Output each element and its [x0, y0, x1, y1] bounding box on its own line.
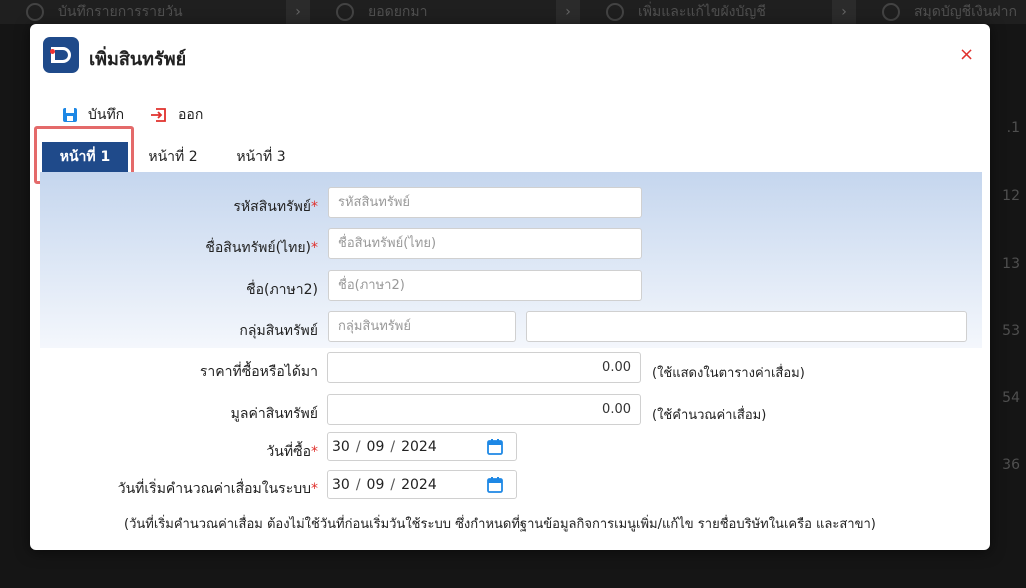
purchase-date-input[interactable]: 30 / 09 / 2024	[327, 432, 517, 461]
exit-arrow-icon	[151, 108, 166, 122]
bg-number: 54	[1002, 390, 1020, 406]
bg-menu-icon	[882, 3, 900, 21]
bg-menu-icon	[336, 3, 354, 21]
calendar-icon[interactable]	[486, 438, 504, 456]
bg-number: 13	[1002, 256, 1020, 272]
close-icon[interactable]: ×	[959, 46, 974, 64]
asset-code-input[interactable]	[328, 187, 642, 218]
asset-group-name-input[interactable]	[526, 311, 967, 342]
asset-name-thai-label: ชื่อสินทรัพย์(ไทย)*	[205, 240, 318, 256]
bg-number: .1	[1006, 120, 1020, 136]
name-lang2-input[interactable]	[328, 270, 642, 301]
asset-code-label: รหัสสินทรัพย์*	[233, 199, 318, 215]
background-menu-bar: บันทึกรายการรายวัน › ยอดยกมา › เพิ่มและแ…	[0, 0, 1026, 24]
exit-button[interactable]: ออก	[150, 104, 203, 126]
tab-page-3[interactable]: หน้าที่ 3	[230, 142, 292, 172]
bg-number: 12	[1002, 188, 1020, 204]
depreciation-footnote: (วันที่เริ่มคำนวณค่าเสื่อม ต้องไม่ใช้วัน…	[124, 517, 876, 532]
purchase-date-day[interactable]: 30	[332, 439, 350, 455]
save-button[interactable]: บันทึก	[62, 104, 124, 126]
purchase-price-label: ราคาที่ซื้อหรือได้มา	[199, 364, 318, 380]
asset-value-input[interactable]	[327, 394, 641, 425]
purchase-price-input[interactable]	[327, 352, 641, 383]
asset-value-note: (ใช้คำนวณค่าเสื่อม)	[652, 408, 767, 423]
bg-menu-icon	[606, 3, 624, 21]
bg-segment-daily-journal: บันทึกรายการรายวัน ›	[0, 0, 310, 24]
modal-title: เพิ่มสินทรัพย์	[89, 49, 187, 70]
asset-group-label: กลุ่มสินทรัพย์	[239, 323, 318, 339]
bg-menu-icon	[26, 3, 44, 21]
chevron-right-icon: ›	[832, 0, 856, 24]
purchase-date-month[interactable]: 09	[367, 439, 385, 455]
asset-group-code-input[interactable]	[328, 311, 516, 342]
tab-page-2[interactable]: หน้าที่ 2	[142, 142, 204, 172]
purchase-date-label: วันที่ซื้อ*	[266, 444, 318, 460]
bg-segment-deposit-book: สมุดบัญชีเงินฝาก	[856, 0, 1026, 24]
depreciation-date-day[interactable]: 30	[332, 477, 350, 493]
asset-value-label: มูลค่าสินทรัพย์	[230, 406, 318, 422]
depreciation-start-date-label: วันที่เริ่มคำนวณค่าเสื่อมในระบบ*	[117, 481, 318, 497]
logo-dot	[50, 49, 55, 54]
add-asset-modal: เพิ่มสินทรัพย์ × บันทึก ออก หน้าที่ 1 หน…	[30, 24, 990, 550]
depreciation-date-year[interactable]: 2024	[401, 477, 437, 493]
calendar-icon[interactable]	[486, 476, 504, 494]
bg-number: 53	[1002, 323, 1020, 339]
exit-button-label: ออก	[178, 107, 204, 123]
chevron-right-icon: ›	[556, 0, 580, 24]
app-logo	[43, 37, 79, 73]
floppy-disk-icon	[63, 108, 77, 122]
bg-segment-opening-balance: ยอดยกมา ›	[310, 0, 580, 24]
save-button-label: บันทึก	[88, 107, 125, 123]
chevron-right-icon: ›	[286, 0, 310, 24]
purchase-price-note: (ใช้แสดงในตารางค่าเสื่อม)	[652, 366, 805, 381]
asset-name-thai-input[interactable]	[328, 228, 642, 259]
name-lang2-label: ชื่อ(ภาษา2)	[246, 282, 318, 298]
bg-number: 36	[1002, 457, 1020, 473]
depreciation-date-month[interactable]: 09	[367, 477, 385, 493]
depreciation-start-date-input[interactable]: 30 / 09 / 2024	[327, 470, 517, 499]
purchase-date-year[interactable]: 2024	[401, 439, 437, 455]
bg-segment-chart-of-accounts: เพิ่มและแก้ไขผังบัญชี ›	[580, 0, 856, 24]
